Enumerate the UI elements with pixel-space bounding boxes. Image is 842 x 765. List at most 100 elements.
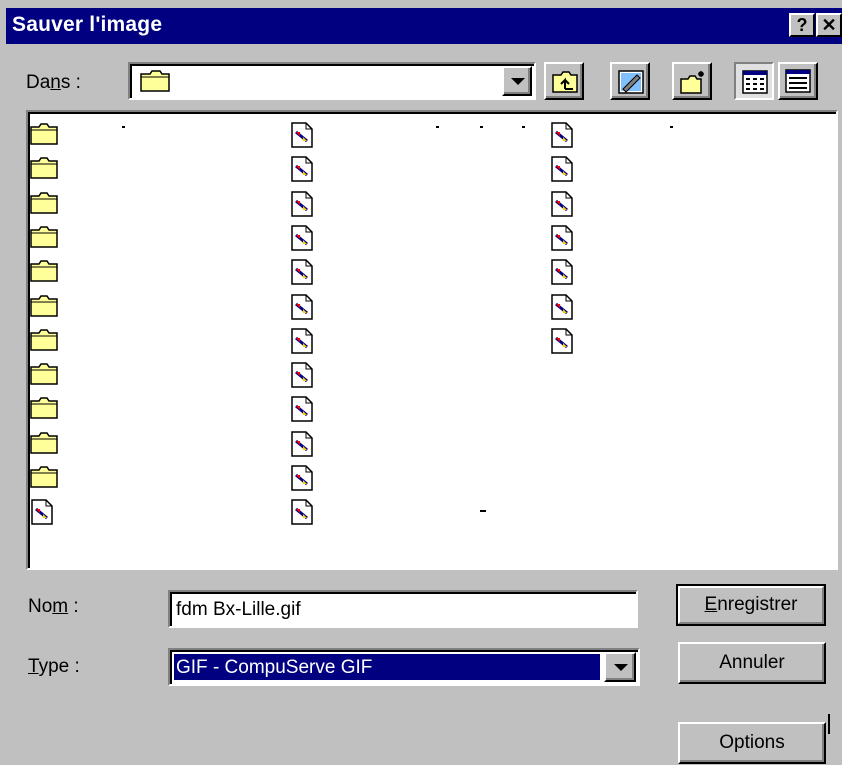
image-file-list-item[interactable] <box>290 122 316 148</box>
filetype-label: Type : <box>28 656 80 677</box>
up-one-level-icon <box>552 71 578 93</box>
image-file-list-item[interactable] <box>290 328 316 354</box>
desktop-icon <box>618 70 644 94</box>
list-view-button[interactable] <box>734 62 774 100</box>
image-file-list-item[interactable] <box>290 259 316 285</box>
folder-icon <box>30 122 58 151</box>
image-file-list-item[interactable] <box>290 396 316 423</box>
image-file-icon <box>290 293 314 325</box>
folder-list-item[interactable] <box>30 396 58 420</box>
folder-icon <box>30 191 58 220</box>
image-file-icon <box>290 499 314 530</box>
image-file-list-item[interactable] <box>290 225 316 251</box>
image-file-list-item[interactable] <box>290 465 316 491</box>
image-file-icon <box>290 190 314 222</box>
filename-value: fdm Bx-Lille.gif <box>176 599 301 620</box>
options-button-label: Options <box>719 732 785 753</box>
image-file-icon <box>290 430 314 462</box>
list-view-icon <box>742 70 768 94</box>
image-file-icon <box>290 465 314 496</box>
desktop-button[interactable] <box>610 62 650 100</box>
save-button[interactable]: Enregistrer <box>676 584 826 626</box>
image-file-list-item[interactable] <box>550 328 576 354</box>
image-file-list-item[interactable] <box>550 122 576 148</box>
chevron-down-icon <box>614 664 628 671</box>
image-file-list-item[interactable] <box>30 499 56 526</box>
help-button[interactable]: ? <box>789 13 815 37</box>
image-file-icon <box>550 328 574 359</box>
image-file-list-item[interactable] <box>290 156 316 183</box>
image-file-icon <box>290 122 314 153</box>
folder-icon <box>30 396 58 425</box>
folder-list-item[interactable] <box>30 294 58 318</box>
image-file-icon <box>30 499 54 530</box>
image-file-icon <box>290 328 314 359</box>
image-file-list-item[interactable] <box>290 190 316 217</box>
folder-icon <box>30 465 58 494</box>
image-file-icon <box>550 225 574 256</box>
folder-list-item[interactable] <box>30 431 58 455</box>
image-file-list-item[interactable] <box>290 362 316 388</box>
cancel-button-label: Annuler <box>719 652 785 673</box>
folder-list-item[interactable] <box>30 328 58 352</box>
chevron-down-icon <box>511 78 525 85</box>
details-view-icon <box>785 69 811 93</box>
details-view-button[interactable] <box>778 62 818 100</box>
filetype-selection-highlight: GIF - CompuServe GIF <box>174 654 600 680</box>
folder-icon <box>30 225 58 254</box>
image-file-list-item[interactable] <box>550 259 576 285</box>
folder-list-item[interactable] <box>30 191 58 215</box>
filename-label: Nom : <box>28 596 79 617</box>
label-remnant <box>480 510 486 512</box>
location-label: Dans : <box>26 72 81 93</box>
close-button[interactable]: ✕ <box>816 13 842 37</box>
image-file-list-item[interactable] <box>550 225 576 251</box>
location-dropdown-button[interactable] <box>502 66 532 96</box>
folder-list-item[interactable] <box>30 156 58 180</box>
image-file-icon <box>550 259 574 290</box>
title-bar[interactable]: Sauver l'image ? ✕ <box>6 8 842 44</box>
image-file-icon <box>290 225 314 256</box>
folder-icon <box>30 294 58 323</box>
label-remnant <box>480 126 483 128</box>
filetype-value: GIF - CompuServe GIF <box>176 657 373 678</box>
image-file-list-item[interactable] <box>290 293 316 320</box>
window-title: Sauver l'image <box>12 13 163 36</box>
folder-list-item[interactable] <box>30 122 58 146</box>
folder-icon <box>30 156 58 185</box>
image-file-list-item[interactable] <box>290 430 316 457</box>
options-button[interactable]: Options <box>678 722 826 764</box>
save-button-label: Enregistrer <box>704 594 798 615</box>
folder-list-item[interactable] <box>30 362 58 386</box>
folder-list-item[interactable] <box>30 259 58 283</box>
new-folder-icon <box>680 71 704 94</box>
label-remnant <box>436 126 439 128</box>
folder-icon <box>30 328 58 357</box>
new-folder-button[interactable] <box>672 62 712 100</box>
image-file-icon <box>550 122 574 153</box>
filetype-dropdown-button[interactable] <box>604 652 636 682</box>
image-file-icon <box>550 293 574 325</box>
label-remnant <box>122 126 125 128</box>
image-file-list-item[interactable] <box>550 293 576 320</box>
image-file-list-item[interactable] <box>550 190 576 217</box>
image-file-list-item[interactable] <box>290 499 316 526</box>
label-remnant <box>670 126 673 128</box>
image-file-list-item[interactable] <box>550 156 576 183</box>
folder-icon <box>30 259 58 288</box>
resize-marker <box>828 714 830 734</box>
filename-input[interactable]: fdm Bx-Lille.gif <box>168 590 638 628</box>
image-file-icon <box>550 190 574 222</box>
image-file-icon <box>550 156 574 187</box>
folder-icon <box>30 362 58 391</box>
location-combobox[interactable] <box>128 62 536 100</box>
image-file-icon <box>290 362 314 393</box>
cancel-button[interactable]: Annuler <box>678 642 826 684</box>
filetype-select[interactable]: GIF - CompuServe GIF <box>168 648 640 686</box>
folder-list-item[interactable] <box>30 225 58 249</box>
up-one-level-button[interactable] <box>544 62 584 100</box>
label-remnant <box>522 126 525 128</box>
folder-list-item[interactable] <box>30 465 58 489</box>
folder-icon <box>140 70 170 97</box>
folder-icon <box>30 431 58 460</box>
